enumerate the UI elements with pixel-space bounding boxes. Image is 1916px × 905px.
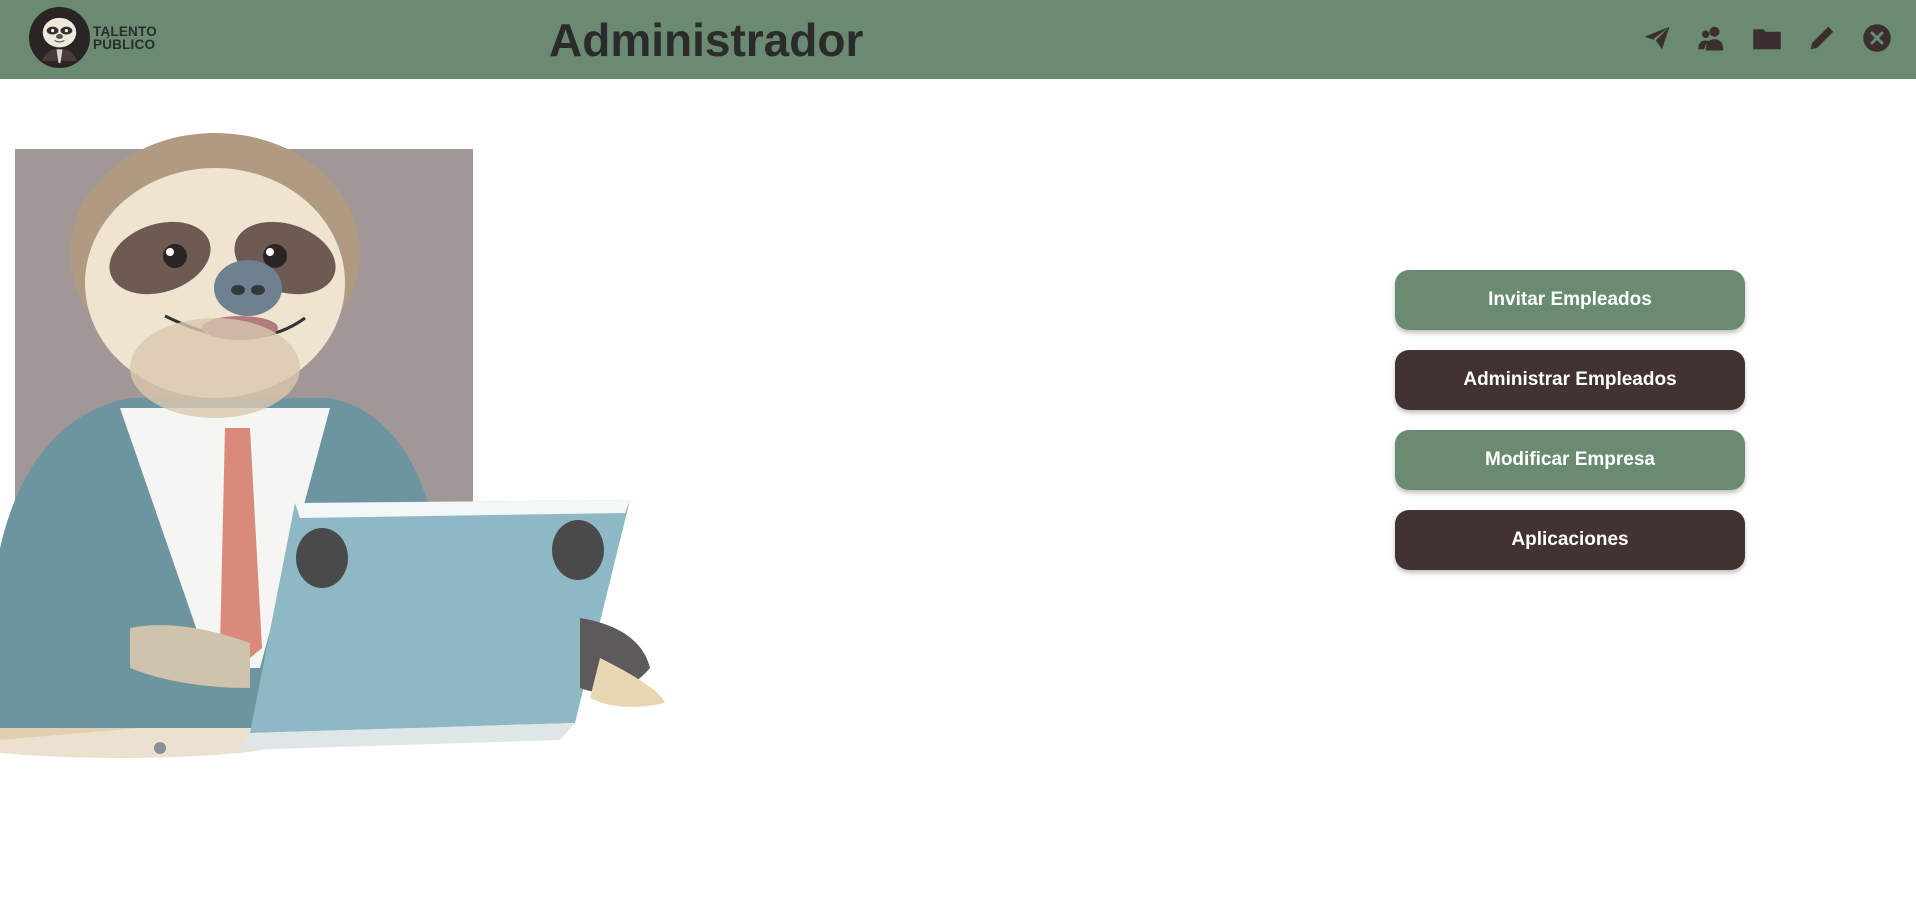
invite-employees-button[interactable]: Invitar Empleados <box>1395 270 1745 330</box>
close-icon[interactable] <box>1861 22 1892 53</box>
send-icon[interactable] <box>1641 22 1672 53</box>
sloth-logo-icon <box>28 6 91 69</box>
page-title: Administrador <box>549 14 864 66</box>
brand-logo[interactable]: TALENTO PÚBLICO <box>28 6 157 69</box>
edit-icon[interactable] <box>1806 22 1837 53</box>
brand-line-1: TALENTO <box>93 23 157 39</box>
users-icon[interactable] <box>1696 22 1727 53</box>
admin-actions: Invitar Empleados Administrar Empleados … <box>1395 270 1745 570</box>
applications-button[interactable]: Aplicaciones <box>1395 510 1745 570</box>
app-header: TALENTO PÚBLICO Administrador <box>0 0 1916 79</box>
sloth-laptop-illustration <box>0 133 665 758</box>
brand-name: TALENTO PÚBLICO <box>93 23 157 52</box>
header-nav <box>1641 22 1892 53</box>
folder-icon[interactable] <box>1751 22 1782 53</box>
manage-employees-button[interactable]: Administrar Empleados <box>1395 350 1745 410</box>
brand-line-2: PÚBLICO <box>93 36 156 52</box>
modify-company-button[interactable]: Modificar Empresa <box>1395 430 1745 490</box>
